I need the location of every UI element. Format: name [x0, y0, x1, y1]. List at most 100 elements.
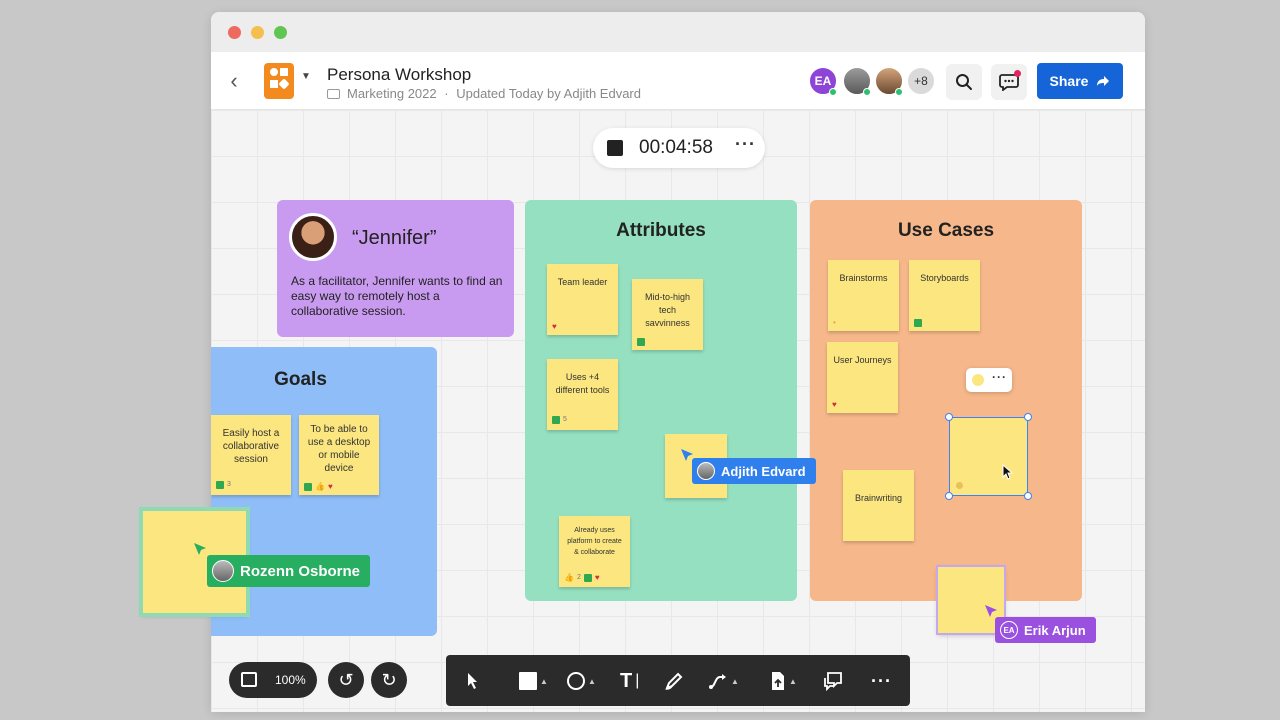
persona-card[interactable]: “Jennifer” As a facilitator, Jennifer wa… — [277, 200, 514, 337]
more-collaborators-badge[interactable]: +8 — [906, 66, 936, 96]
caret-up-icon: ▲ — [789, 676, 797, 686]
use-cases-frame[interactable]: Use Cases Brainstorms • Storyboards User… — [810, 200, 1082, 601]
search-button[interactable] — [946, 64, 982, 100]
close-window-button[interactable] — [228, 26, 241, 39]
sticky-note[interactable]: Uses +4 different tools 5 — [547, 359, 618, 430]
whiteboard-canvas[interactable]: 00:04:58 ··· “Jennifer” As a facilitator… — [211, 110, 1145, 712]
sticky-note[interactable]: To be able to use a desktop or mobile de… — [299, 415, 379, 495]
sticky-note[interactable]: Mid-to-high tech savvinness — [632, 279, 703, 350]
share-button[interactable]: Share — [1037, 63, 1123, 99]
resize-handle[interactable] — [1024, 492, 1032, 500]
avatar-collaborator-2[interactable] — [842, 66, 872, 96]
text-tool[interactable]: T | — [620, 668, 639, 694]
sticky-note[interactable]: Team leader ♥ — [547, 264, 618, 335]
updated-status: Updated Today by Adjith Edvard — [456, 86, 641, 101]
document-title[interactable]: Persona Workshop — [327, 65, 471, 85]
sticky-reactions: ♥ — [832, 401, 837, 409]
sticky-reactions: 3 — [216, 478, 231, 491]
resize-handle[interactable] — [1024, 413, 1032, 421]
app-header: ‹ ▼ Persona Workshop Marketing 2022 · Up… — [211, 52, 1145, 110]
upload-file-icon — [772, 672, 784, 690]
sticky-note-icon — [519, 672, 537, 690]
selected-sticky-note[interactable] — [945, 413, 1032, 500]
cursor-avatar — [212, 560, 234, 582]
sticky-reactions — [914, 319, 922, 327]
app-window: ‹ ▼ Persona Workshop Marketing 2022 · Up… — [211, 12, 1145, 712]
bottom-toolbar: ▲ ▲ T | ▲ ▲ ··· — [446, 655, 910, 706]
minimize-window-button[interactable] — [251, 26, 264, 39]
comments-button[interactable] — [991, 64, 1027, 100]
goals-title: Goals — [274, 369, 327, 390]
cursor-label-adjith: Adjith Edvard — [692, 458, 816, 484]
persona-avatar — [289, 213, 337, 261]
folder-icon — [327, 89, 340, 99]
sticky-note[interactable]: Storyboards — [909, 260, 980, 331]
map-icon[interactable] — [241, 672, 257, 687]
sticky-note[interactable]: Brainwriting — [843, 470, 914, 541]
cursor-label-rozenn: Rozenn Osborne — [207, 555, 371, 587]
sticky-text: Easily host a collaborative session — [222, 428, 280, 465]
redo-icon: ↻ — [381, 669, 397, 690]
attributes-frame[interactable]: Attributes Team leader ♥ Mid-to-high tec… — [525, 200, 797, 601]
sticky-note[interactable]: Already uses platform to create & collab… — [559, 516, 630, 587]
app-logo-icon[interactable] — [264, 63, 294, 99]
shape-tool[interactable]: ▲ — [567, 668, 596, 694]
sticky-text: Brainwriting — [854, 493, 903, 503]
pen-tool[interactable] — [664, 668, 684, 694]
avatar-ea[interactable]: EA — [808, 66, 838, 96]
sticky-note[interactable]: Easily host a collaborative session 3 — [211, 415, 291, 495]
sticky-note[interactable]: Brainstorms • — [828, 260, 899, 331]
share-label: Share — [1049, 73, 1089, 89]
select-tool[interactable] — [466, 668, 480, 694]
cursor-name: Erik Arjun — [1024, 622, 1086, 638]
thumbs-up-icon: 👍 — [315, 482, 325, 491]
vote-count: 2 — [576, 574, 581, 581]
back-chevron-icon[interactable]: ‹ — [223, 67, 245, 95]
more-tools-icon[interactable]: ··· — [871, 668, 892, 694]
sticky-reactions: • — [833, 319, 836, 327]
timer-more-icon[interactable]: ··· — [735, 134, 756, 155]
stop-icon[interactable] — [607, 140, 623, 156]
avatar-collaborator-3[interactable] — [874, 66, 904, 96]
connector-tool[interactable]: ▲ — [708, 668, 739, 694]
online-indicator — [895, 88, 903, 96]
maximize-window-button[interactable] — [274, 26, 287, 39]
cursor-avatar — [697, 462, 715, 480]
zoom-level[interactable]: 100% — [275, 673, 306, 687]
mouse-pointer-icon — [1002, 464, 1014, 480]
undo-button[interactable]: ↺ — [328, 662, 364, 698]
cursor-name: Adjith Edvard — [721, 463, 806, 479]
check-icon — [216, 480, 224, 489]
check-icon — [914, 319, 922, 327]
caret-down-icon[interactable]: ▼ — [301, 71, 311, 82]
heart-icon: ♥ — [832, 400, 837, 409]
connector-icon — [709, 674, 726, 689]
document-subtitle: Marketing 2022 · Updated Today by Adjith… — [327, 86, 641, 101]
green-cursor-icon — [194, 543, 206, 555]
redo-button[interactable]: ↻ — [371, 662, 407, 698]
resize-handle[interactable] — [945, 413, 953, 421]
comment-tool[interactable] — [822, 668, 844, 694]
more-options-icon[interactable]: ··· — [992, 370, 1007, 384]
persona-name: “Jennifer” — [352, 227, 437, 249]
sticky-tool[interactable]: ▲ — [519, 668, 548, 694]
color-picker-button[interactable] — [972, 374, 984, 386]
sticky-note[interactable]: User Journeys ♥ — [827, 342, 898, 413]
vote-count: 3 — [227, 481, 231, 488]
share-arrow-icon — [1097, 76, 1110, 86]
upload-tool[interactable]: ▲ — [770, 668, 797, 694]
check-icon — [583, 573, 592, 582]
sticky-text: Mid-to-high tech savvinness — [644, 292, 691, 328]
cursor-label-erik: EA Erik Arjun — [995, 617, 1096, 643]
vote-count: 5 — [563, 416, 567, 423]
check-icon — [304, 483, 312, 491]
zoom-control[interactable]: 100% — [229, 662, 317, 698]
comment-icon — [824, 672, 842, 691]
online-indicator — [863, 88, 871, 96]
caret-up-icon: ▲ — [588, 676, 596, 686]
sticky-reactions — [637, 338, 645, 346]
sticky-text: Brainstorms — [839, 273, 888, 283]
folder-name[interactable]: Marketing 2022 — [347, 86, 437, 101]
thumbs-up-icon: • — [833, 318, 836, 327]
resize-handle[interactable] — [945, 492, 953, 500]
